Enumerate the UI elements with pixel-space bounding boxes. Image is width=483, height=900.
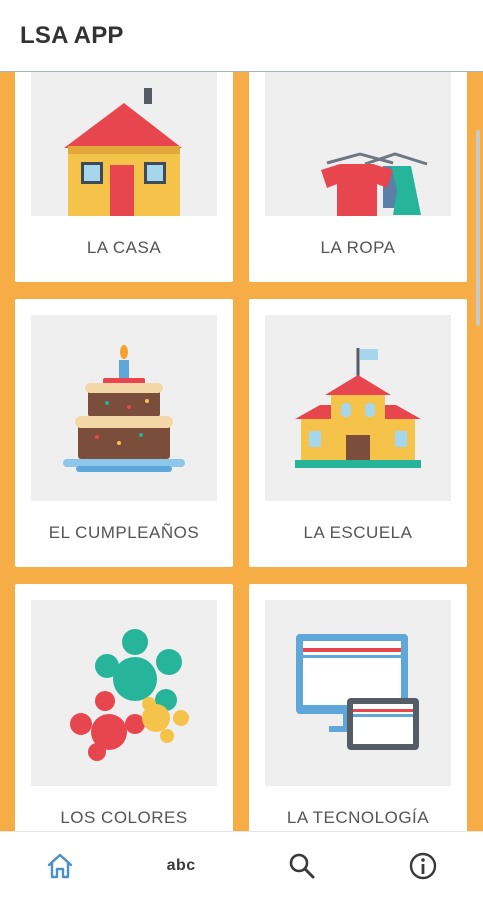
category-card-la-escuela[interactable]: LA ESCUELA <box>249 299 467 567</box>
app-title: LSA APP <box>20 21 124 49</box>
category-label: EL CUMPLEAÑOS <box>48 523 200 542</box>
house-icon <box>31 72 217 216</box>
category-card-el-cumpleanos[interactable]: EL CUMPLEAÑOS <box>15 299 233 567</box>
nav-alphabet[interactable]: abc <box>121 832 242 900</box>
nav-home[interactable] <box>0 832 121 900</box>
category-card-la-ropa[interactable]: LA ROPA <box>249 72 467 282</box>
app-bar: LSA APP <box>0 0 483 72</box>
category-grid-scroll[interactable]: LA CASA LA ROPA EL CUMPLEAÑOS LA ESCUELA… <box>0 72 483 831</box>
bottom-nav: abc <box>0 831 483 900</box>
category-card-la-casa[interactable]: LA CASA <box>15 72 233 282</box>
category-label: LA ESCUELA <box>303 523 413 542</box>
computer-tablet-icon <box>265 600 451 786</box>
category-card-los-colores[interactable]: LOS COLORES <box>15 584 233 831</box>
search-icon <box>289 853 315 879</box>
birthday-cake-icon <box>31 315 217 501</box>
category-label: LA ROPA <box>320 238 396 257</box>
paint-splash-icon <box>31 600 217 786</box>
nav-search[interactable] <box>242 832 363 900</box>
home-icon <box>48 853 73 879</box>
scrollbar[interactable] <box>476 130 480 326</box>
school-icon <box>265 315 451 501</box>
nav-info[interactable] <box>362 832 483 900</box>
category-label: LA CASA <box>86 238 162 257</box>
clothes-icon <box>265 72 451 216</box>
abc-icon: abc <box>166 857 196 874</box>
category-label: LA TECNOLOGÍA <box>286 808 430 827</box>
info-icon <box>409 852 436 880</box>
category-label: LOS COLORES <box>60 808 188 827</box>
category-card-la-tecnologia[interactable]: LA TECNOLOGÍA <box>249 584 467 831</box>
